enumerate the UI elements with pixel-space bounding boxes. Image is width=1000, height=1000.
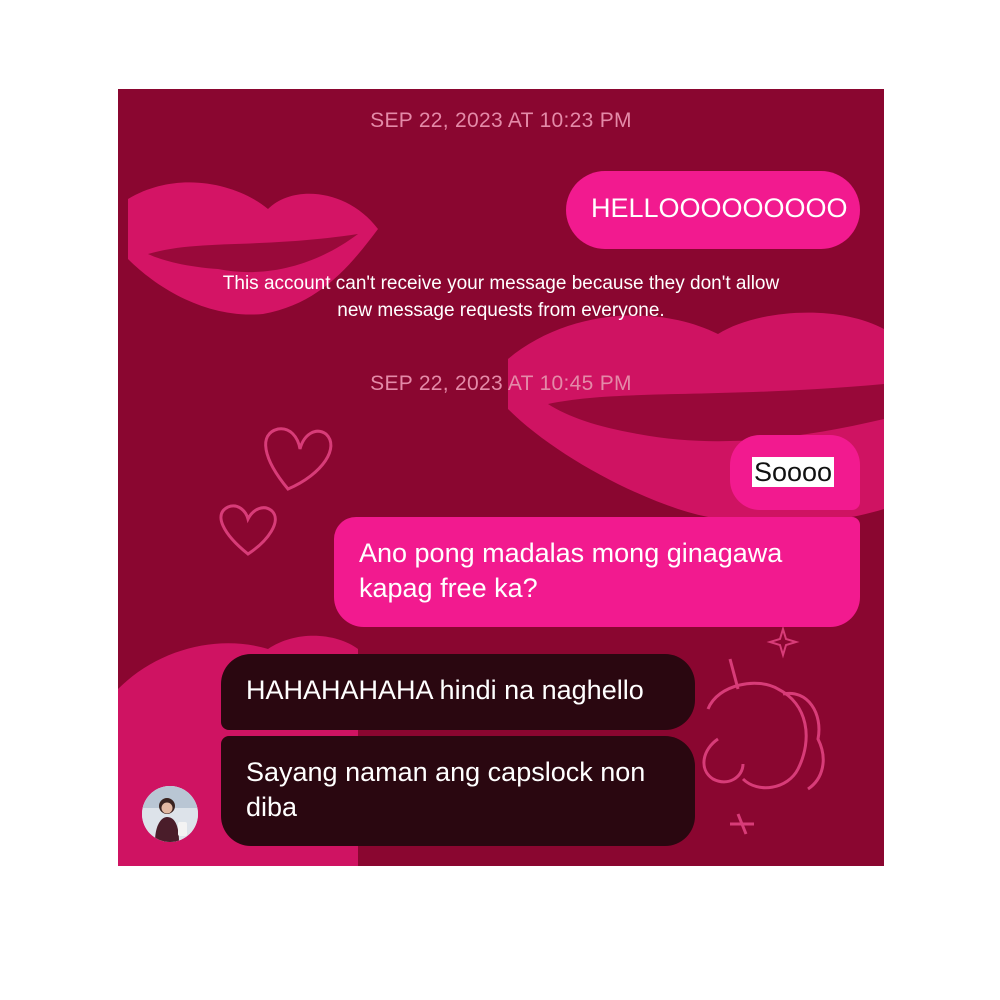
user-avatar-icon [142,786,198,842]
sent-message[interactable]: HELLOOOOOOOOO [566,171,860,249]
message-timestamp: SEP 22, 2023 AT 10:45 PM [370,372,632,395]
delivery-notice: This account can't receive your message … [222,273,780,321]
sparkle-doodle [766,625,800,659]
message-timestamp: SEP 22, 2023 AT 10:23 PM [370,109,632,132]
avatar[interactable] [142,786,198,842]
sent-message[interactable]: Soooo [730,435,860,510]
unicorn-doodle [702,658,825,835]
heart-doodle [219,504,277,556]
sent-message[interactable]: Ano pong madalas mong ginagawa kapag fre… [334,517,860,627]
heart-doodle [264,427,333,491]
sent-message-text: Soooo [752,457,835,487]
received-message[interactable]: HAHAHAHAHA hindi na naghello [221,654,695,730]
received-message[interactable]: Sayang naman ang capslock non diba [221,736,695,846]
chat-thread[interactable]: SEP 22, 2023 AT 10:23 PM HELLOOOOOOOOO T… [118,89,884,866]
